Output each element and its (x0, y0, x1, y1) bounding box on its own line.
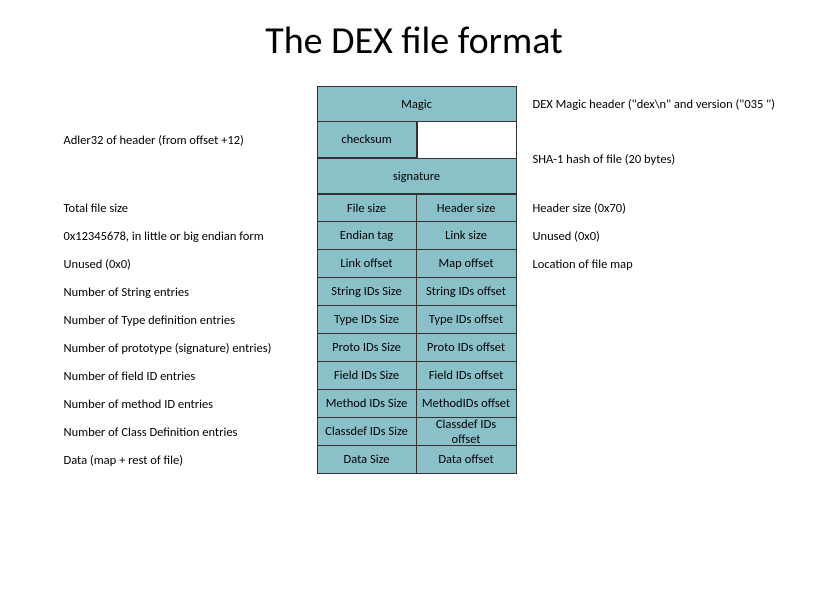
row-methodids: Number of method ID entries Method IDs S… (0, 390, 828, 418)
cell-link-size: Link size (417, 222, 517, 250)
row-stringids: Number of String entries String IDs Size… (0, 278, 828, 306)
right-label: DEX Magic header ("dex\n" and version ("… (517, 97, 787, 112)
cell-magic: Magic (317, 86, 517, 122)
left-label: Unused (0x0) (42, 257, 317, 272)
left-label: Adler32 of header (from offset +12) (42, 133, 317, 148)
cell-blank (417, 122, 517, 158)
cell-map-offset: Map offset (417, 250, 517, 278)
left-label: Data (map + rest of file) (42, 453, 317, 468)
left-label: Total file size (42, 201, 317, 216)
cell-endian-tag: Endian tag (317, 222, 417, 250)
cell-link-offset: Link offset (317, 250, 417, 278)
cell-protoids-offset: Proto IDs offset (417, 334, 517, 362)
row-typeids: Number of Type definition entries Type I… (0, 306, 828, 334)
cell-data-offset: Data offset (417, 446, 517, 474)
cell-fieldids-offset: Field IDs offset (417, 362, 517, 390)
row-linkoffset: Unused (0x0) Link offset Map offset Loca… (0, 250, 828, 278)
left-label: Number of String entries (42, 285, 317, 300)
cell-data-size: Data Size (317, 446, 417, 474)
page-title: The DEX file format (0, 18, 828, 64)
row-magic: Magic DEX Magic header ("dex\n" and vers… (0, 86, 828, 122)
left-label: Number of method ID entries (42, 397, 317, 412)
right-label: Unused (0x0) (517, 229, 787, 244)
left-label: Number of field ID entries (42, 369, 317, 384)
row-data: Data (map + rest of file) Data Size Data… (0, 446, 828, 474)
cell-methodids-offset: MethodIDs offset (417, 390, 517, 418)
row-fieldids: Number of field ID entries Field IDs Siz… (0, 362, 828, 390)
cell-typeids-size: Type IDs Size (317, 306, 417, 334)
right-label: Header size (0x70) (517, 201, 787, 216)
right-label: Location of file map (517, 257, 787, 272)
cell-header-size: Header size (417, 194, 517, 222)
row-classdefids: Number of Class Definition entries Class… (0, 418, 828, 446)
left-label: Number of Class Definition entries (42, 425, 317, 440)
cell-fieldids-size: Field IDs Size (317, 362, 417, 390)
row-endian: 0x12345678, in little or big endian form… (0, 222, 828, 250)
left-label: Number of prototype (signature) entries) (42, 341, 317, 356)
row-protoids: Number of prototype (signature) entries)… (0, 334, 828, 362)
cell-classdef-size: Classdef IDs Size (317, 418, 417, 446)
cell-stringids-offset: String IDs offset (417, 278, 517, 306)
row-filesize: Total file size File size Header size He… (0, 194, 828, 222)
right-label: SHA-1 hash of file (20 bytes) (517, 152, 787, 167)
cell-stringids-size: String IDs Size (317, 278, 417, 306)
dex-format-diagram: Magic DEX Magic header ("dex\n" and vers… (0, 86, 828, 474)
cell-classdef-offset: Classdef IDs offset (417, 418, 517, 446)
cell-signature: signature (317, 158, 517, 194)
cell-typeids-offset: Type IDs offset (417, 306, 517, 334)
cell-checksum: checksum (317, 122, 417, 158)
cell-protoids-size: Proto IDs Size (317, 334, 417, 362)
cell-methodids-size: Method IDs Size (317, 390, 417, 418)
cell-file-size: File size (317, 194, 417, 222)
left-label: Number of Type definition entries (42, 313, 317, 328)
row-signature: signature SHA-1 hash of file (20 bytes) (0, 158, 828, 194)
left-label: 0x12345678, in little or big endian form (42, 229, 317, 244)
